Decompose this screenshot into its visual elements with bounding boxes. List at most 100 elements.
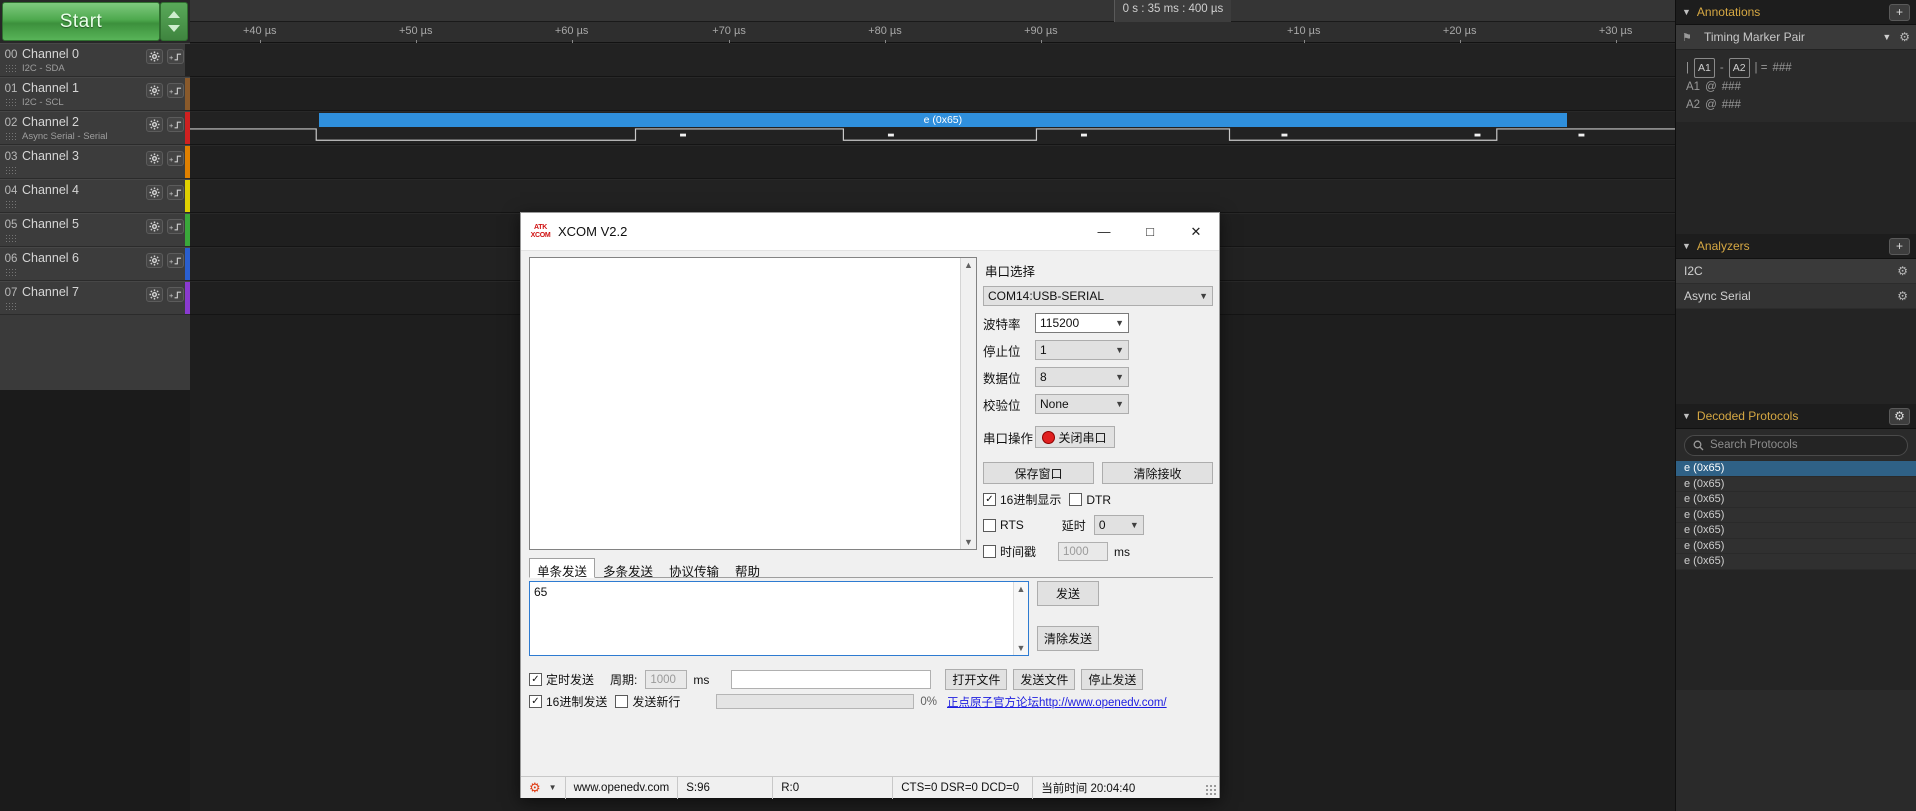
period-input[interactable]: 1000 — [645, 670, 688, 689]
channel-trigger-button[interactable]: + — [167, 287, 184, 302]
waveform-row[interactable] — [190, 179, 1675, 213]
gear-icon[interactable]: ⚙ — [1897, 264, 1908, 278]
gear-icon[interactable]: ⚙ — [1899, 30, 1910, 44]
close-port-button[interactable]: 关闭串口 — [1035, 426, 1115, 448]
decoded-protocol-item[interactable]: e (0x65) — [1676, 461, 1916, 477]
chevron-down-icon[interactable]: ▼ — [964, 537, 973, 547]
send-file-button[interactable]: 发送文件 — [1013, 669, 1076, 690]
data-bits-select[interactable]: 8 ▼ — [1035, 367, 1129, 387]
channel-trigger-button[interactable]: + — [167, 185, 184, 200]
send-button[interactable]: 发送 — [1037, 581, 1099, 606]
channel-settings-button[interactable] — [146, 253, 163, 268]
maximize-button[interactable]: □ — [1127, 213, 1173, 251]
receive-scrollbar[interactable]: ▲ ▼ — [960, 258, 976, 549]
channel-row[interactable]: 00 Channel 0 I2C - SDA + — [0, 43, 190, 77]
capture-options-arrows[interactable] — [160, 2, 188, 41]
channel-row[interactable]: 01 Channel 1 I2C - SCL + — [0, 77, 190, 111]
parity-select[interactable]: None ▼ — [1035, 394, 1129, 414]
add-analyzer-button[interactable]: + — [1889, 237, 1910, 255]
send-textarea[interactable]: 65 ▲ ▼ — [529, 581, 1029, 656]
channel-settings-button[interactable] — [146, 151, 163, 166]
drag-handle-icon[interactable] — [5, 132, 17, 140]
drag-handle-icon[interactable] — [5, 64, 17, 72]
send-mode-tab[interactable]: 协议传输 — [661, 558, 727, 579]
channel-trigger-button[interactable]: + — [167, 253, 184, 268]
stop-bits-select[interactable]: 1 ▼ — [1035, 340, 1129, 360]
clear-receive-button[interactable]: 清除接收 — [1102, 462, 1213, 484]
channel-trigger-button[interactable]: + — [167, 117, 184, 132]
xcom-title-bar[interactable]: ATK XCOM XCOM V2.2 — □ ✕ — [521, 213, 1219, 251]
delay-select[interactable]: 0 ▼ — [1093, 515, 1144, 535]
analyzer-item[interactable]: Async Serial ⚙ — [1676, 284, 1916, 309]
gear-icon[interactable]: ⚙ — [1897, 289, 1908, 303]
drag-handle-icon[interactable] — [5, 98, 17, 106]
waveform-row[interactable] — [190, 43, 1675, 77]
channel-row[interactable]: 02 Channel 2 Async Serial - Serial + — [0, 111, 190, 145]
marker-a2-badge[interactable]: A2 — [1728, 58, 1750, 78]
channel-settings-button[interactable] — [146, 219, 163, 234]
receive-textarea[interactable]: ▲ ▼ — [529, 257, 977, 550]
minimize-button[interactable]: — — [1081, 213, 1127, 251]
hex-send-checkbox[interactable]: ✓ — [529, 695, 542, 708]
search-protocols-input[interactable]: Search Protocols — [1684, 434, 1908, 456]
decoded-protocols-settings-button[interactable]: ⚙ — [1889, 407, 1910, 425]
dtr-checkbox[interactable] — [1069, 493, 1083, 506]
channel-settings-button[interactable] — [146, 287, 163, 302]
decoded-protocol-item[interactable]: e (0x65) — [1676, 538, 1916, 554]
start-capture-button[interactable]: Start — [2, 2, 160, 41]
chevron-up-icon[interactable]: ▲ — [1017, 584, 1026, 594]
channel-settings-button[interactable] — [146, 83, 163, 98]
chevron-up-icon[interactable]: ▲ — [964, 260, 973, 270]
chevron-down-icon[interactable]: ▼ — [1017, 643, 1026, 653]
decoded-protocol-item[interactable]: e (0x65) — [1676, 507, 1916, 523]
file-path-input[interactable] — [731, 670, 932, 689]
send-mode-tab[interactable]: 多条发送 — [595, 558, 661, 579]
save-window-button[interactable]: 保存窗口 — [983, 462, 1094, 484]
time-ruler[interactable]: +40 µs +50 µs +60 µs +70 µs +80 µs +90 µs +10 … — [190, 22, 1675, 46]
channel-row[interactable]: 04 Channel 4 + — [0, 179, 190, 213]
channel-trigger-button[interactable]: + — [167, 151, 184, 166]
channel-row[interactable]: 06 Channel 6 + — [0, 247, 190, 281]
timed-send-checkbox[interactable]: ✓ — [529, 673, 542, 686]
channel-row[interactable]: 07 Channel 7 + — [0, 281, 190, 315]
baud-rate-select[interactable]: 115200 ▼ — [1035, 313, 1129, 333]
com-port-select[interactable]: COM14:USB-SERIAL ▼ — [983, 286, 1213, 306]
settings-menu-button[interactable]: ⚙ ▼ — [521, 776, 566, 799]
stop-send-button[interactable]: 停止发送 — [1081, 669, 1144, 690]
chevron-down-icon[interactable]: ▼ — [1882, 32, 1891, 42]
channel-settings-button[interactable] — [146, 49, 163, 64]
channel-trigger-button[interactable]: + — [167, 49, 184, 64]
send-mode-tab[interactable]: 帮助 — [727, 558, 768, 579]
waveform-row[interactable] — [190, 77, 1675, 111]
send-newline-checkbox[interactable] — [615, 695, 629, 708]
drag-handle-icon[interactable] — [5, 200, 17, 208]
add-annotation-button[interactable]: + — [1889, 3, 1910, 21]
openedv-forum-link[interactable]: 正点原子官方论坛http://www.openedv.com/ — [947, 694, 1167, 710]
decoded-protocol-item[interactable]: e (0x65) — [1676, 492, 1916, 508]
drag-handle-icon[interactable] — [5, 234, 17, 242]
send-scrollbar[interactable]: ▲ ▼ — [1013, 582, 1028, 655]
timestamp-checkbox[interactable] — [983, 545, 996, 558]
decoded-protocol-item[interactable]: e (0x65) — [1676, 523, 1916, 539]
decoded-protocols-section-header[interactable]: ▼ Decoded Protocols ⚙ — [1676, 404, 1916, 429]
waveform-row[interactable] — [190, 145, 1675, 179]
timing-marker-pair-row[interactable]: ⚑ Timing Marker Pair ▼ ⚙ — [1676, 25, 1916, 50]
waveform-row[interactable]: e (0x65) — [190, 111, 1675, 145]
decoded-protocol-item[interactable]: e (0x65) — [1676, 476, 1916, 492]
channel-settings-button[interactable] — [146, 117, 163, 132]
channel-trigger-button[interactable]: + — [167, 219, 184, 234]
channel-trigger-button[interactable]: + — [167, 83, 184, 98]
rts-checkbox[interactable] — [983, 518, 996, 532]
decoded-protocol-item[interactable]: e (0x65) — [1676, 554, 1916, 570]
channel-row[interactable]: 03 Channel 3 + — [0, 145, 190, 179]
hex-display-checkbox[interactable]: ✓ — [983, 493, 996, 506]
resize-grip-icon[interactable] — [1205, 784, 1217, 796]
annotations-section-header[interactable]: ▼ Annotations + — [1676, 0, 1916, 25]
close-button[interactable]: ✕ — [1173, 213, 1219, 251]
drag-handle-icon[interactable] — [5, 268, 17, 276]
marker-a1-badge[interactable]: A1 — [1694, 58, 1715, 78]
open-file-button[interactable]: 打开文件 — [945, 669, 1008, 690]
drag-handle-icon[interactable] — [5, 302, 17, 310]
analyzers-section-header[interactable]: ▼ Analyzers + — [1676, 234, 1916, 259]
channel-row[interactable]: 05 Channel 5 + — [0, 213, 190, 247]
